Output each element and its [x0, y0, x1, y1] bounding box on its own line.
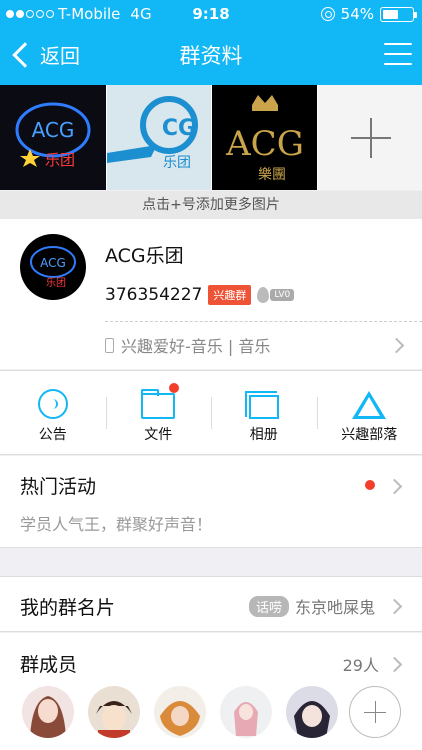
photo-strip: ACG 乐团 CG 乐团 ACG 樂團: [0, 85, 422, 190]
tent-icon: [352, 391, 387, 419]
my-group-nickname: 东京吔屎鬼: [294, 598, 375, 617]
plus-icon: [350, 118, 391, 158]
my-group-card-value: 话唠 东京吔屎鬼: [248, 594, 403, 618]
notice-label: 公告: [38, 427, 67, 443]
gold-logo-image: ACG 樂團: [225, 95, 304, 183]
group-name: ACG乐团: [105, 245, 184, 267]
nav-bar: 返回 群资料: [0, 32, 422, 78]
members-title[interactable]: 群成员: [20, 650, 77, 677]
tribe-button[interactable]: 兴趣部落: [316, 371, 422, 454]
battery-icon: [380, 6, 417, 22]
group-level-badge: LV0: [257, 287, 295, 303]
status-right: 54%: [320, 5, 417, 23]
group-type-tag: 兴趣群: [208, 285, 252, 305]
member-title-badge: 话唠: [248, 595, 289, 617]
member-avatar[interactable]: [154, 686, 206, 738]
member-avatar[interactable]: [22, 686, 74, 738]
status-bar: T-Mobile 4G 9:18 54%: [0, 0, 422, 28]
hot-activity-subtitle: 学员人气王，群聚好声音！: [20, 515, 213, 534]
files-label: 文件: [144, 427, 173, 443]
files-button[interactable]: 文件: [105, 371, 212, 454]
chevron-right-icon: [388, 337, 405, 353]
unread-dot: [365, 480, 375, 490]
group-category-row[interactable]: 兴趣爱好-音乐 | 音乐: [105, 333, 405, 357]
add-member-button[interactable]: [349, 686, 401, 738]
group-avatar[interactable]: ACG 乐团: [20, 234, 86, 300]
blue-logo-image: CG 乐团: [106, 96, 198, 171]
group-photo-2[interactable]: CG 乐团: [105, 85, 211, 190]
photo-2-subtext: 乐团: [163, 155, 191, 171]
group-level: LV0: [270, 289, 295, 301]
photo-1-subtext: 乐团: [45, 151, 75, 169]
member-avatar-list: [22, 686, 338, 738]
member-avatar[interactable]: [286, 686, 338, 738]
photo-3-text: ACG: [225, 124, 304, 164]
add-photo-hint: 点击+号添加更多图片: [0, 191, 422, 219]
menu-icon[interactable]: [384, 43, 412, 65]
avatar-text: ACG: [40, 256, 66, 270]
group-category: 兴趣爱好-音乐 | 音乐: [121, 337, 271, 356]
chevron-right-icon: [386, 598, 403, 614]
group-photo-1[interactable]: ACG 乐团: [0, 85, 106, 190]
flame-icon: [257, 287, 270, 303]
group-photo-3[interactable]: ACG 樂團: [211, 85, 317, 190]
chevron-right-icon: [386, 478, 403, 495]
action-row: 公告 文件 相册 兴趣部落: [0, 370, 422, 455]
album-button[interactable]: 相册: [211, 371, 317, 454]
my-group-card-row[interactable]: 我的群名片 话唠 东京吔屎鬼: [0, 576, 422, 632]
member-avatar[interactable]: [220, 686, 272, 738]
speaker-icon: [37, 389, 68, 419]
add-photo-button[interactable]: [316, 85, 422, 190]
phone-icon: [105, 337, 114, 353]
group-id-row: 376354227 兴趣群 LV0: [105, 285, 295, 305]
divider: [105, 321, 422, 322]
tribe-label: 兴趣部落: [341, 427, 398, 443]
photo-1-text: ACG: [32, 118, 75, 142]
hot-activity-title: 热门活动: [20, 476, 97, 498]
header: T-Mobile 4G 9:18 54% 返回 群资料: [0, 0, 422, 85]
members-count: 29人: [342, 656, 379, 675]
folder-icon: [141, 383, 180, 419]
hot-activity-row[interactable]: 热门活动 学员人气王，群聚好声音！: [0, 456, 422, 548]
album-icon: [244, 391, 279, 419]
neon-logo-image: ACG 乐团: [15, 102, 91, 169]
battery-percent: 54%: [340, 5, 374, 23]
my-group-card-title: 我的群名片: [20, 597, 116, 619]
group-info-card: ACG 乐团 ACG乐团 376354227 兴趣群 LV0 兴趣爱好-音乐 |…: [0, 219, 422, 369]
photo-3-subtext: 樂團: [258, 166, 286, 183]
avatar-subtext: 乐团: [46, 277, 66, 289]
group-id: 376354227: [105, 285, 203, 305]
new-files-dot: [169, 383, 180, 393]
chevron-right-icon: [386, 656, 403, 672]
members-count-link[interactable]: 29人: [342, 652, 403, 676]
page-title: 群资料: [179, 44, 243, 68]
members-section: 群成员 29人: [0, 633, 422, 750]
notice-button[interactable]: 公告: [0, 371, 106, 454]
member-avatar[interactable]: [88, 686, 140, 738]
album-label: 相册: [249, 427, 278, 443]
rotation-lock-icon: [320, 7, 335, 21]
photo-2-text: CG: [161, 116, 195, 141]
